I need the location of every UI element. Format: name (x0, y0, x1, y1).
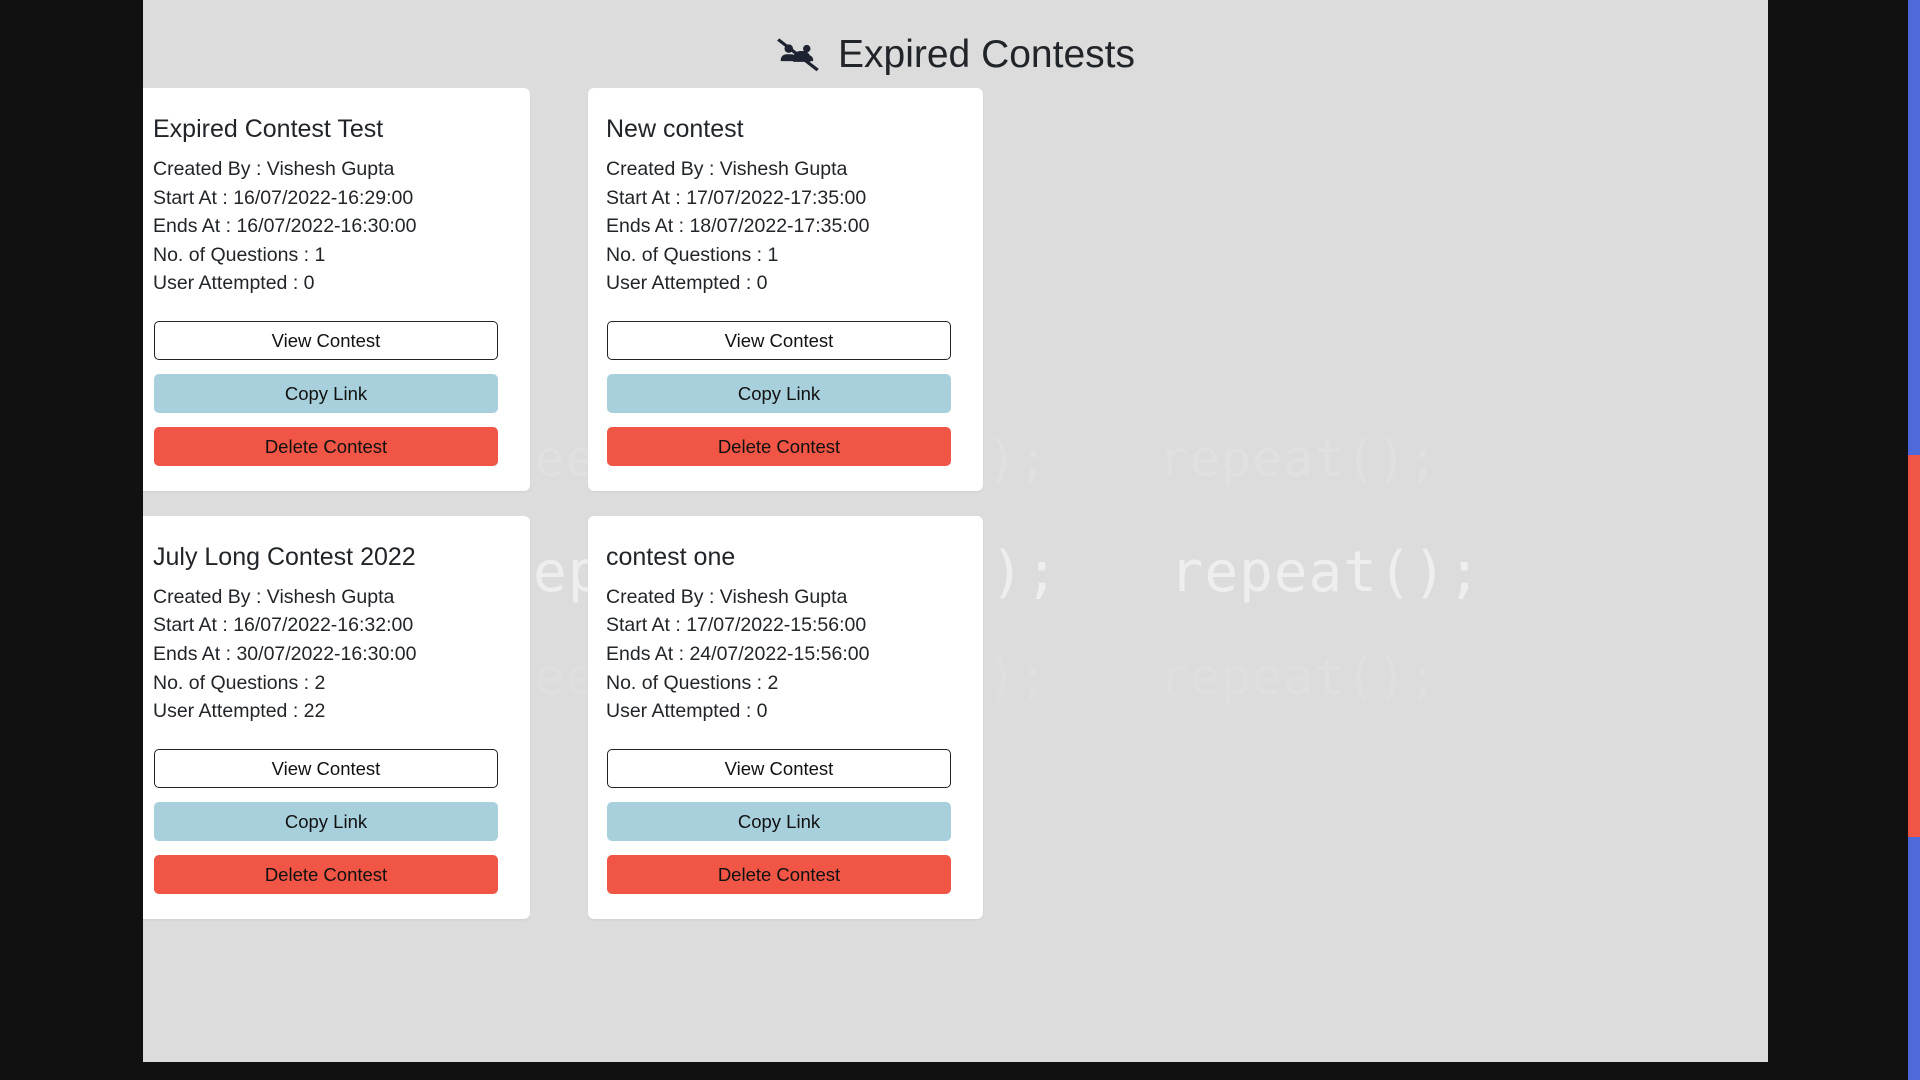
contest-card-grid: Expired Contest Test Created By : Vishes… (143, 88, 1768, 919)
contest-card-actions: View Contest Copy Link Delete Contest (606, 320, 952, 466)
contest-created-by: Created By : Vishesh Gupta (153, 585, 395, 608)
copy-link-button[interactable]: Copy Link (607, 801, 951, 841)
delete-contest-button[interactable]: Delete Contest (154, 854, 498, 894)
contest-user-attempted: User Attempted : 0 (606, 700, 768, 723)
copy-link-button[interactable]: Copy Link (154, 801, 498, 841)
contest-title: July Long Contest 2022 (153, 542, 416, 571)
edge-segment-blue-top (1908, 0, 1920, 455)
contest-ends-at: Ends At : 18/07/2022-17:35:00 (606, 215, 870, 238)
contest-questions-count: No. of Questions : 1 (153, 243, 326, 266)
contest-created-by: Created By : Vishesh Gupta (606, 585, 848, 608)
app-root: sleep(); code(); repeat(); sleep(); code… (0, 0, 1920, 1080)
contest-ends-at: Ends At : 24/07/2022-15:56:00 (606, 642, 870, 665)
contest-start-at: Start At : 17/07/2022-17:35:00 (606, 186, 867, 209)
contest-user-attempted: User Attempted : 0 (606, 272, 768, 295)
contest-start-at: Start At : 16/07/2022-16:29:00 (153, 186, 414, 209)
view-contest-button[interactable]: View Contest (607, 320, 951, 360)
users-slash-icon (777, 38, 819, 72)
page-content: sleep(); code(); repeat(); sleep(); code… (143, 0, 1768, 1062)
delete-contest-button[interactable]: Delete Contest (607, 854, 951, 894)
page-title-text: Expired Contests (838, 33, 1135, 76)
delete-contest-button[interactable]: Delete Contest (607, 426, 951, 466)
contest-created-by: Created By : Vishesh Gupta (606, 158, 848, 180)
contest-start-at: Start At : 17/07/2022-15:56:00 (606, 614, 867, 637)
contest-card-actions: View Contest Copy Link Delete Contest (606, 748, 952, 894)
contest-card: New contest Created By : Vishesh Gupta S… (588, 88, 983, 491)
contest-user-attempted: User Attempted : 22 (153, 700, 326, 723)
contest-user-attempted: User Attempted : 0 (153, 272, 315, 295)
contest-card: Expired Contest Test Created By : Vishes… (143, 88, 530, 491)
contest-card-grid-inner: Expired Contest Test Created By : Vishes… (143, 88, 1435, 919)
contest-ends-at: Ends At : 16/07/2022-16:30:00 (153, 215, 417, 238)
contest-questions-count: No. of Questions : 2 (153, 671, 326, 694)
edge-segment-blue-bottom (1908, 837, 1920, 1080)
contest-card-actions: View Contest Copy Link Delete Contest (153, 748, 499, 894)
contest-title: Expired Contest Test (153, 115, 384, 143)
contest-ends-at: Ends At : 30/07/2022-16:30:00 (153, 642, 417, 665)
delete-contest-button[interactable]: Delete Contest (154, 426, 498, 466)
edge-accent-strip (1908, 0, 1920, 1080)
contest-card-actions: View Contest Copy Link Delete Contest (153, 320, 499, 466)
view-contest-button[interactable]: View Contest (154, 748, 498, 788)
page-title: Expired Contests (143, 33, 1768, 77)
contest-card: July Long Contest 2022 Created By : Vish… (143, 515, 530, 919)
contest-title: New contest (606, 115, 744, 143)
contest-start-at: Start At : 16/07/2022-16:32:00 (153, 614, 414, 637)
edge-segment-red (1908, 455, 1920, 837)
contest-title: contest one (606, 542, 736, 571)
contest-created-by: Created By : Vishesh Gupta (153, 158, 395, 180)
contest-questions-count: No. of Questions : 1 (606, 243, 779, 266)
view-contest-button[interactable]: View Contest (154, 320, 498, 360)
copy-link-button[interactable]: Copy Link (607, 373, 951, 413)
view-contest-button[interactable]: View Contest (607, 748, 951, 788)
contest-card: contest one Created By : Vishesh Gupta S… (588, 515, 983, 919)
contest-questions-count: No. of Questions : 2 (606, 671, 779, 694)
copy-link-button[interactable]: Copy Link (154, 373, 498, 413)
